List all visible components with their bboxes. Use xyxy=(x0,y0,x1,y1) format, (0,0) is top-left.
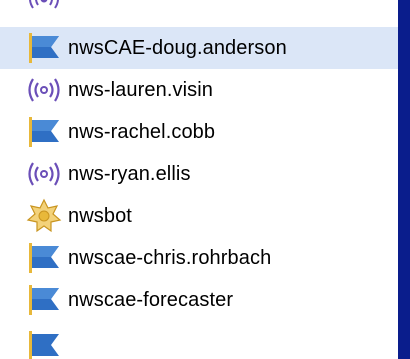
contact-name: nwsCAE-doug.anderson xyxy=(68,36,287,59)
list-item[interactable]: nws-ryan.ellis xyxy=(0,153,398,195)
list-item[interactable]: nwscae-chris.rohrbach xyxy=(0,237,398,279)
antenna-icon xyxy=(24,0,64,17)
list-item-clipped[interactable] xyxy=(0,0,398,20)
flag-icon xyxy=(24,30,64,66)
contact-name: nwscae-chris.rohrbach xyxy=(68,246,272,269)
list-item[interactable]: nwsCAE-doug.anderson xyxy=(0,27,398,69)
contact-name: nws-ryan.ellis xyxy=(68,162,191,185)
contact-name: nws-rachel.cobb xyxy=(68,120,216,143)
contact-name: nwscae-forecaster xyxy=(68,288,234,311)
list-item[interactable]: nws-lauren.visin xyxy=(0,69,398,111)
contact-list: nwsCAE-doug.anderson nws-lauren.visin nw… xyxy=(0,0,398,359)
contact-name: nwsbot xyxy=(68,204,132,227)
list-item[interactable]: nws-rachel.cobb xyxy=(0,111,398,153)
antenna-icon xyxy=(24,72,64,108)
list-item[interactable]: nwsbot xyxy=(0,195,398,237)
flag-icon xyxy=(24,328,64,359)
flag-icon xyxy=(24,282,64,318)
flag-icon xyxy=(24,114,64,150)
list-item-clipped[interactable] xyxy=(0,325,398,359)
list-item[interactable]: nwscae-forecaster xyxy=(0,279,398,321)
antenna-icon xyxy=(24,156,64,192)
badge-icon xyxy=(24,198,64,234)
contact-name: nws-lauren.visin xyxy=(68,78,213,101)
flag-icon xyxy=(24,240,64,276)
